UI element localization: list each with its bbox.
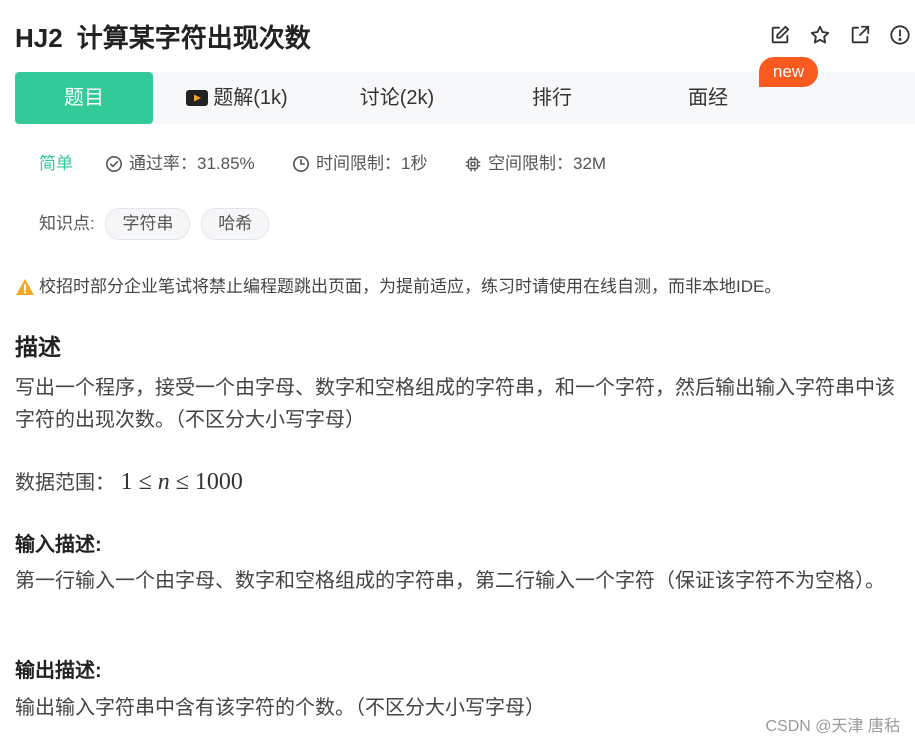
watermark: CSDN @天津 唐秙 (765, 718, 900, 735)
range-low: 1 (120, 469, 133, 495)
edit-icon[interactable] (769, 24, 791, 46)
tag-hash[interactable]: 哈希 (201, 207, 270, 240)
space-limit: 空间限制：32M (464, 150, 606, 178)
tab-problem-label: 题目 (64, 87, 104, 109)
tab-problem[interactable]: 题目 (15, 72, 153, 124)
tab-ranking[interactable]: 排行 (515, 72, 589, 124)
video-icon (186, 74, 209, 106)
exam-notice: 校招时部分企业笔试将禁止编程题跳出页面，为提前适应，练习时请使用在线自测，而非本… (15, 274, 781, 300)
knowledge-label: 知识点: (39, 213, 95, 233)
problem-title: HJ2 计算某字符出现次数 (15, 18, 311, 58)
time-limit: 时间限制：1秒 (292, 150, 427, 178)
range-high: 1000 (194, 469, 243, 495)
tab-discussion[interactable]: 讨论(2k) (345, 72, 449, 124)
new-badge: new (759, 57, 818, 87)
notice-text: 校招时部分企业笔试将禁止编程题跳出页面，为提前适应，练习时请使用在线自测，而非本… (39, 277, 782, 296)
toolbar (769, 24, 911, 46)
warning-icon (16, 279, 34, 295)
difficulty-text: 简单 (39, 154, 73, 173)
input-heading: 输入描述: (15, 534, 102, 556)
data-range-formula: 1 ≤ n ≤ 1000 (120, 469, 243, 495)
tab-ranking-label: 排行 (532, 87, 572, 109)
tab-discussion-label: 讨论(2k) (359, 87, 435, 109)
input-text: 第一行输入一个由字母、数字和空格组成的字符串，第二行输入一个字符（保证该字符不为… (15, 570, 885, 592)
share-icon[interactable] (849, 24, 871, 46)
tab-interview-label: 面经 (688, 87, 728, 109)
problem-id: HJ2 (15, 23, 63, 53)
problem-name: 计算某字符出现次数 (76, 23, 311, 53)
info-icon[interactable] (889, 24, 911, 46)
chip-icon (465, 156, 481, 172)
output-heading: 输出描述: (15, 660, 102, 682)
space-limit-text: 空间限制：32M (488, 154, 607, 173)
description-text: 写出一个程序，接受一个由字母、数字和空格组成的字符串，和一个字符，然后输出输入字… (15, 377, 895, 431)
time-limit-text: 时间限制：1秒 (316, 154, 428, 173)
range-var: n (157, 469, 170, 495)
pass-rate: 通过率：31.85% (105, 150, 255, 178)
output-text: 输出输入字符串中含有该字符的个数。（不区分大小写字母） (15, 697, 545, 719)
check-circle-icon (105, 155, 123, 173)
data-range: 数据范围： 1 ≤ n ≤ 1000 (15, 466, 895, 499)
tab-solutions[interactable]: 题解(1k) (175, 72, 299, 124)
difficulty-label: 简单 (39, 150, 73, 178)
pass-rate-text: 通过率：31.85% (129, 154, 255, 173)
tab-interview[interactable]: 面经 (671, 72, 745, 124)
tag-string[interactable]: 字符串 (105, 207, 191, 240)
star-icon[interactable] (809, 24, 831, 46)
clock-icon (292, 155, 310, 173)
tab-solutions-label: 题解(1k) (213, 87, 288, 109)
knowledge-points: 知识点: 字符串 哈希 (39, 206, 270, 240)
data-range-label: 数据范围： (15, 472, 115, 494)
description-heading: 描述 (15, 334, 61, 360)
